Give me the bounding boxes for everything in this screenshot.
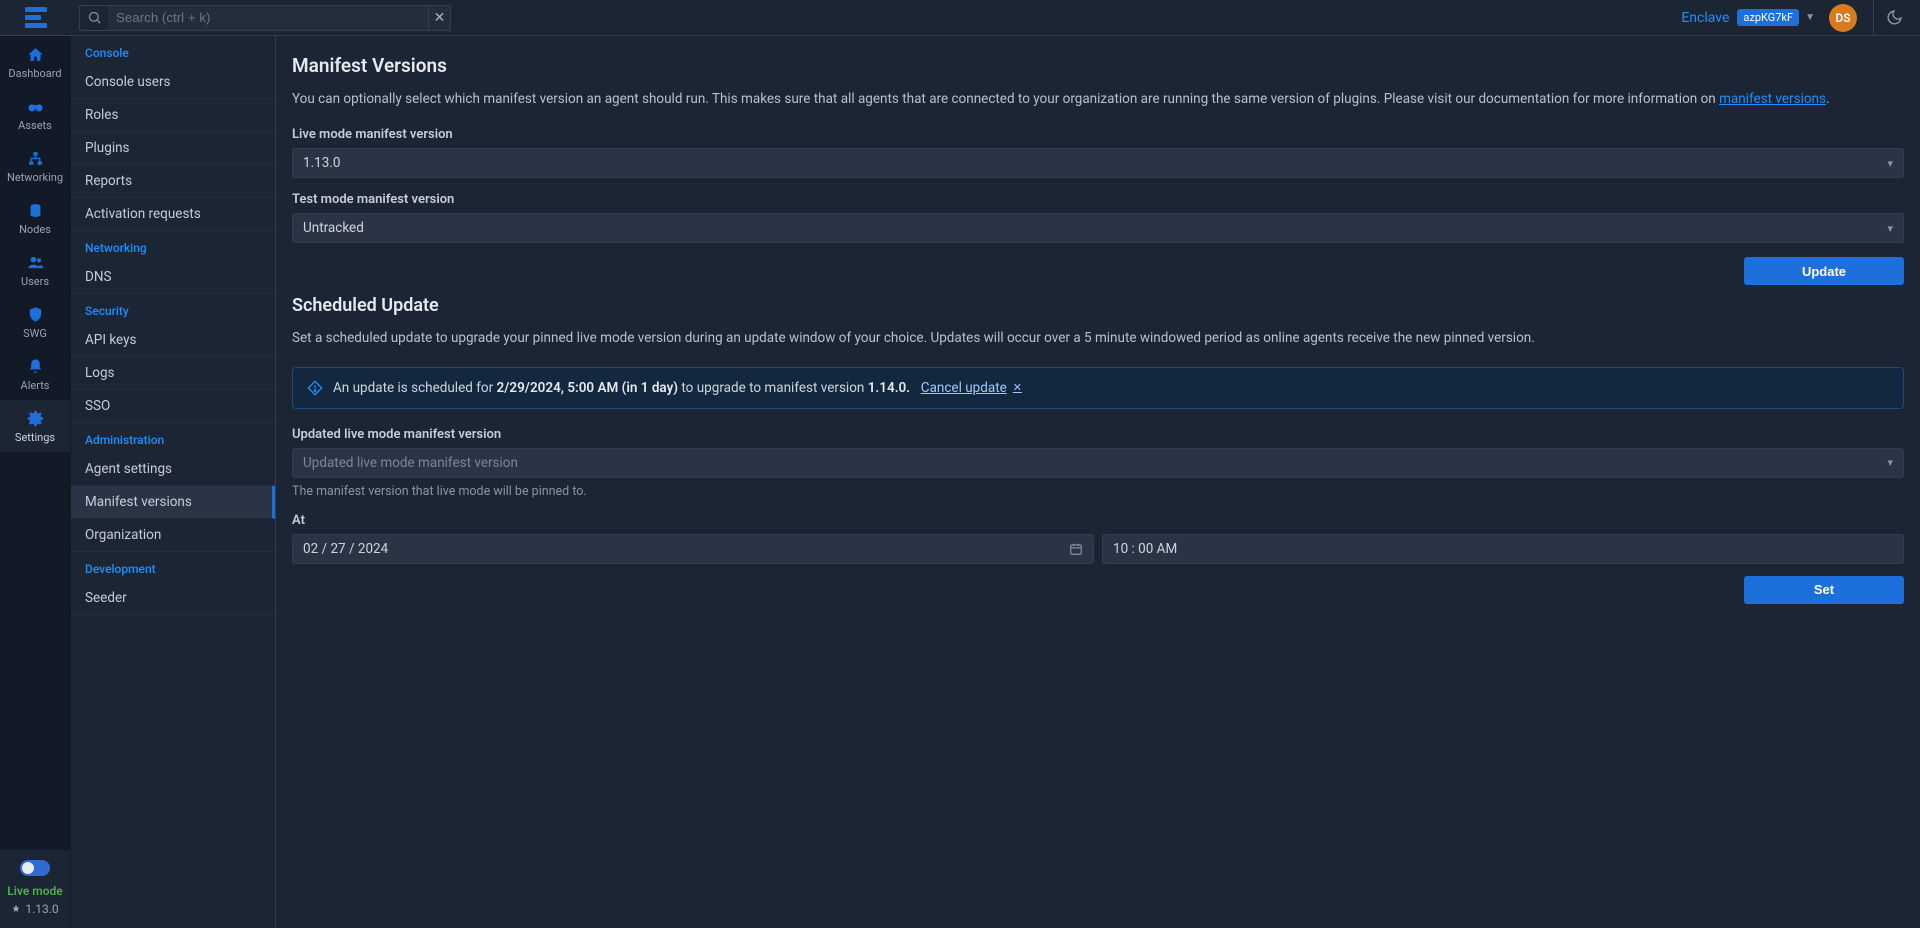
sidebar-header-development: Development (71, 552, 275, 582)
search-icon (80, 10, 108, 25)
pin-icon (11, 904, 21, 914)
scheduled-update-title: Scheduled Update (292, 295, 1904, 316)
sidebar-item-activation-requests[interactable]: Activation requests (71, 198, 275, 231)
theme-toggle-button[interactable] (1878, 9, 1910, 26)
search-box: ✕ (79, 5, 451, 31)
chevron-down-icon: ▾ (1887, 222, 1893, 235)
search-input[interactable] (108, 6, 428, 30)
rail-item-users[interactable]: Users (0, 244, 70, 296)
updated-live-mode-hint: The manifest version that live mode will… (292, 484, 1904, 499)
page-title: Manifest Versions (292, 54, 1904, 77)
org-id-badge: azpKG7kF (1737, 9, 1799, 26)
sidebar-item-console-users[interactable]: Console users (71, 66, 275, 99)
sidebar-item-dns[interactable]: DNS (71, 261, 275, 294)
rail-label: Nodes (19, 223, 51, 236)
chevron-down-icon: ▾ (1887, 157, 1893, 170)
chevron-down-icon: ▾ (1887, 456, 1893, 469)
rail-item-networking[interactable]: Networking (0, 140, 70, 192)
time-input[interactable]: 10 : 00 AM (1102, 534, 1904, 564)
scheduled-update-intro: Set a scheduled update to upgrade your p… (292, 328, 1904, 348)
cancel-update-link[interactable]: Cancel update ✕ (921, 380, 1022, 396)
rail-item-alerts[interactable]: Alerts (0, 348, 70, 400)
sidebar-item-plugins[interactable]: Plugins (71, 132, 275, 165)
database-icon (27, 202, 44, 219)
rail-label: Users (21, 275, 49, 288)
updated-live-mode-select[interactable]: Updated live mode manifest version ▾ (292, 448, 1904, 478)
rail-item-nodes[interactable]: Nodes (0, 192, 70, 244)
rail-item-dashboard[interactable]: Dashboard (0, 36, 70, 88)
binoculars-icon (27, 98, 44, 115)
search-clear-button[interactable]: ✕ (428, 6, 450, 30)
sidebar-item-agent-settings[interactable]: Agent settings (71, 453, 275, 486)
rail-footer: Live mode 1.13.0 (0, 850, 70, 928)
sidebar-item-reports[interactable]: Reports (71, 165, 275, 198)
updated-live-mode-label: Updated live mode manifest version (292, 427, 1904, 442)
sidebar-item-api-keys[interactable]: API keys (71, 324, 275, 357)
gear-icon (27, 410, 44, 427)
rail-label: Alerts (21, 379, 50, 392)
scheduled-update-alert: An update is scheduled for 2/29/2024, 5:… (292, 367, 1904, 409)
rail-label: Networking (7, 171, 63, 184)
set-button[interactable]: Set (1744, 576, 1904, 604)
rail-label: Assets (18, 119, 52, 132)
rail-label: Settings (15, 431, 55, 444)
sidebar-item-logs[interactable]: Logs (71, 357, 275, 390)
main-content: Manifest Versions You can optionally sel… (276, 36, 1920, 928)
home-icon (27, 46, 44, 63)
test-mode-select[interactable]: Untracked ▾ (292, 213, 1904, 243)
org-switcher-caret[interactable]: ▼ (1805, 12, 1815, 23)
close-icon: ✕ (1013, 381, 1022, 394)
app-logo[interactable] (0, 0, 71, 36)
avatar[interactable]: DS (1829, 4, 1857, 32)
at-label: At (292, 513, 1904, 528)
rail-label: Dashboard (8, 67, 61, 80)
test-mode-label: Test mode manifest version (292, 192, 1904, 207)
update-button[interactable]: Update (1744, 257, 1904, 285)
sidebar-item-manifest-versions[interactable]: Manifest versions (71, 486, 275, 519)
intro-paragraph: You can optionally select which manifest… (292, 89, 1904, 109)
info-diamond-icon (307, 380, 323, 396)
pinned-version: 1.13.0 (6, 902, 64, 916)
network-icon (27, 150, 44, 167)
sidebar-item-roles[interactable]: Roles (71, 99, 275, 132)
nav-rail: Dashboard Assets Networking Nodes Users … (0, 36, 71, 928)
rail-label: SWG (23, 327, 47, 340)
live-mode-label: Live mode (6, 884, 64, 898)
settings-sidebar: Console Console users Roles Plugins Repo… (71, 36, 276, 928)
live-mode-label: Live mode manifest version (292, 127, 1904, 142)
sidebar-item-organization[interactable]: Organization (71, 519, 275, 552)
org-name-link[interactable]: Enclave (1681, 10, 1729, 26)
sidebar-header-console: Console (71, 36, 275, 66)
rail-item-settings[interactable]: Settings (0, 400, 70, 452)
shield-icon (27, 306, 44, 323)
sidebar-header-security: Security (71, 294, 275, 324)
bell-icon (27, 358, 44, 375)
sidebar-header-administration: Administration (71, 423, 275, 453)
sidebar-item-seeder[interactable]: Seeder (71, 582, 275, 615)
moon-icon (1886, 9, 1903, 26)
date-input[interactable]: 02 / 27 / 2024 (292, 534, 1094, 564)
users-icon (27, 254, 44, 271)
manifest-versions-doc-link[interactable]: manifest versions (1719, 91, 1826, 107)
sidebar-item-sso[interactable]: SSO (71, 390, 275, 423)
topbar: ✕ Enclave azpKG7kF ▼ DS (0, 0, 1920, 36)
rail-item-assets[interactable]: Assets (0, 88, 70, 140)
live-mode-select[interactable]: 1.13.0 ▾ (292, 148, 1904, 178)
rail-item-swg[interactable]: SWG (0, 296, 70, 348)
sidebar-header-networking: Networking (71, 231, 275, 261)
calendar-icon (1069, 542, 1083, 556)
live-mode-toggle[interactable] (20, 860, 50, 876)
